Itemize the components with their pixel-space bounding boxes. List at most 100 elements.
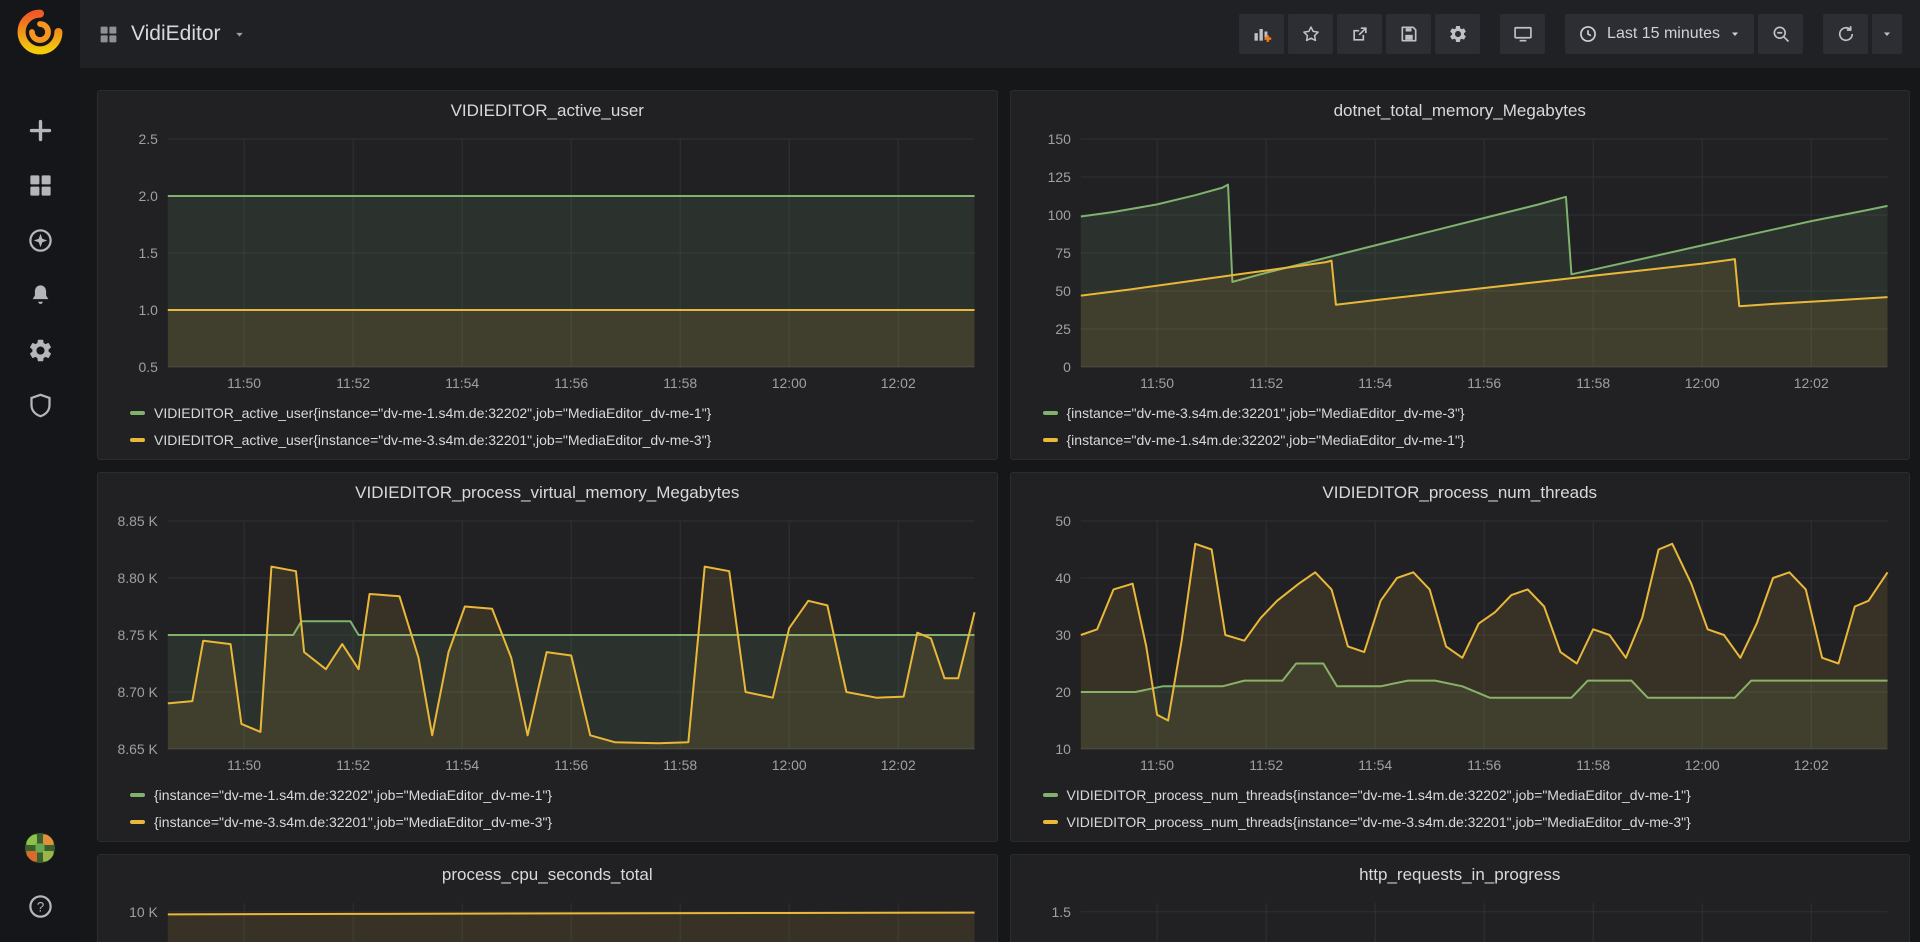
panel-grid: VIDIEDITOR_active_user 0.5 1.0 1.5 2.0 2.5 11… xyxy=(97,90,1910,942)
sidebar-item-server-admin[interactable] xyxy=(0,383,80,427)
time-picker-button[interactable]: Last 15 minutes xyxy=(1565,14,1754,54)
legend-series-swatch xyxy=(1043,820,1058,824)
zoom-out-time-range-button[interactable] xyxy=(1758,14,1803,54)
shield-icon xyxy=(27,392,54,419)
chart-canvas[interactable]: 1.511:5011:5211:5411:5611:5812:0012:02 xyxy=(1019,893,1902,942)
svg-text:1.0: 1.0 xyxy=(138,302,158,318)
caret-down-icon xyxy=(233,28,246,41)
view-mode-group xyxy=(1500,14,1545,54)
legend-series-swatch xyxy=(130,411,145,415)
svg-text:11:52: 11:52 xyxy=(1249,375,1283,391)
legend-series-swatch xyxy=(130,438,145,442)
refresh-icon xyxy=(1836,24,1856,44)
svg-text:0.5: 0.5 xyxy=(138,359,158,375)
sidebar-item-help[interactable]: ? xyxy=(0,884,80,928)
apps-icon xyxy=(98,24,119,45)
svg-text:12:00: 12:00 xyxy=(1684,375,1719,391)
grafana-dashboard-page: { "navbar": { "dashboard_icon": "apps-ic… xyxy=(0,0,1920,942)
caret-down-icon xyxy=(1881,28,1893,40)
add-panel-icon xyxy=(1252,24,1272,44)
share-dashboard-button[interactable] xyxy=(1337,14,1382,54)
grid-icon xyxy=(27,172,54,199)
svg-text:2.5: 2.5 xyxy=(138,131,158,147)
dashboard-settings-button[interactable] xyxy=(1435,14,1480,54)
legend-series-swatch xyxy=(1043,411,1058,415)
time-picker-group: Last 15 minutes xyxy=(1565,14,1803,54)
chart-canvas[interactable]: 025507510012515011:5011:5211:5411:5611:5… xyxy=(1019,129,1902,397)
sidebar-item-dashboards[interactable] xyxy=(0,163,80,207)
svg-text:40: 40 xyxy=(1055,570,1071,586)
sidebar-item-create[interactable] xyxy=(0,108,80,152)
svg-text:125: 125 xyxy=(1047,169,1071,185)
legend-series-label: VIDIEDITOR_process_num_threads{instance=… xyxy=(1067,814,1691,830)
panel-title[interactable]: VIDIEDITOR_process_num_threads xyxy=(1019,473,1902,511)
svg-text:8.70 K: 8.70 K xyxy=(118,684,159,700)
legend-series-label: VIDIEDITOR_active_user{instance="dv-me-1… xyxy=(154,405,711,421)
svg-text:11:56: 11:56 xyxy=(554,757,588,773)
panel-title[interactable]: http_requests_in_progress xyxy=(1019,855,1902,893)
svg-text:8.85 K: 8.85 K xyxy=(118,513,159,529)
svg-text:2.0: 2.0 xyxy=(138,188,158,204)
legend-series-swatch xyxy=(130,820,145,824)
legend-item[interactable]: VIDIEDITOR_process_num_threads{instance=… xyxy=(1043,781,1902,808)
panel-title[interactable]: dotnet_total_memory_Megabytes xyxy=(1019,91,1902,129)
sidebar-item-configuration[interactable] xyxy=(0,328,80,372)
legend-item[interactable]: VIDIEDITOR_active_user{instance="dv-me-1… xyxy=(130,399,989,426)
legend-item[interactable]: VIDIEDITOR_active_user{instance="dv-me-3… xyxy=(130,426,989,453)
legend-series-swatch xyxy=(130,793,145,797)
legend-item[interactable]: {instance="dv-me-1.s4m.de:32202",job="Me… xyxy=(1043,426,1902,453)
share-icon xyxy=(1350,24,1370,44)
cycle-view-mode-button[interactable] xyxy=(1500,14,1545,54)
dashboard-title-button[interactable]: VidiEditor xyxy=(98,22,246,46)
add-panel-button[interactable] xyxy=(1239,14,1284,54)
panel-title[interactable]: process_cpu_seconds_total xyxy=(106,855,989,893)
svg-text:50: 50 xyxy=(1055,283,1071,299)
panel-title[interactable]: VIDIEDITOR_process_virtual_memory_Megaby… xyxy=(106,473,989,511)
legend-item[interactable]: {instance="dv-me-3.s4m.de:32201",job="Me… xyxy=(130,808,989,835)
mark-as-favorite-button[interactable] xyxy=(1288,14,1333,54)
sidebar-bottom-menu: ? xyxy=(0,826,80,928)
panel-title[interactable]: VIDIEDITOR_active_user xyxy=(106,91,989,129)
clock-icon xyxy=(1578,24,1598,44)
legend-item[interactable]: {instance="dv-me-3.s4m.de:32201",job="Me… xyxy=(1043,399,1902,426)
panel-legend: VIDIEDITOR_active_user{instance="dv-me-1… xyxy=(106,397,989,453)
svg-text:11:54: 11:54 xyxy=(1358,757,1392,773)
svg-text:12:02: 12:02 xyxy=(881,757,916,773)
svg-text:1.5: 1.5 xyxy=(1051,904,1071,920)
sidebar-main-menu xyxy=(0,108,80,427)
sidebar-item-user-profile[interactable] xyxy=(0,826,80,870)
dashboard-panel: process_cpu_seconds_total 10 K11:5011:52… xyxy=(97,854,998,942)
legend-series-label: {instance="dv-me-3.s4m.de:32201",job="Me… xyxy=(154,814,552,830)
dashboard-panel: VIDIEDITOR_process_virtual_memory_Megaby… xyxy=(97,472,998,842)
save-dashboard-button[interactable] xyxy=(1386,14,1431,54)
svg-text:1.5: 1.5 xyxy=(138,245,158,261)
dashboard-panel: dotnet_total_memory_Megabytes 0255075100… xyxy=(1010,90,1911,460)
sidebar: ? xyxy=(0,0,80,942)
dashboard-panel: VIDIEDITOR_process_num_threads 102030405… xyxy=(1010,472,1911,842)
dashboard-scroll-area[interactable]: VIDIEDITOR_active_user 0.5 1.0 1.5 2.0 2.5 11… xyxy=(80,68,1920,942)
caret-down-icon xyxy=(1729,28,1741,40)
svg-text:75: 75 xyxy=(1055,245,1071,261)
chart-canvas[interactable]: 8.65 K8.70 K8.75 K8.80 K8.85 K11:5011:52… xyxy=(106,511,989,779)
legend-series-label: VIDIEDITOR_process_num_threads{instance=… xyxy=(1067,787,1691,803)
sidebar-item-alerting[interactable] xyxy=(0,273,80,317)
avatar xyxy=(22,830,58,866)
svg-text:20: 20 xyxy=(1055,684,1071,700)
chart-canvas[interactable]: 10 K11:5011:5211:5411:5611:5812:0012:02 xyxy=(106,893,989,942)
refresh-dashboard-button[interactable] xyxy=(1823,14,1868,54)
svg-text:12:02: 12:02 xyxy=(1793,757,1828,773)
legend-item[interactable]: {instance="dv-me-1.s4m.de:32202",job="Me… xyxy=(130,781,989,808)
svg-text:12:02: 12:02 xyxy=(881,375,916,391)
refresh-interval-dropdown[interactable] xyxy=(1872,14,1902,54)
save-icon xyxy=(1399,24,1419,44)
svg-text:12:00: 12:00 xyxy=(1684,757,1719,773)
grafana-logo-button[interactable] xyxy=(0,0,80,68)
svg-text:11:58: 11:58 xyxy=(1576,757,1610,773)
svg-text:11:52: 11:52 xyxy=(1249,757,1283,773)
svg-text:12:00: 12:00 xyxy=(772,375,807,391)
chart-canvas[interactable]: 102030405011:5011:5211:5411:5611:5812:00… xyxy=(1019,511,1902,779)
search-minus-icon xyxy=(1771,24,1791,44)
legend-item[interactable]: VIDIEDITOR_process_num_threads{instance=… xyxy=(1043,808,1902,835)
chart-canvas[interactable]: 0.51.01.52.02.511:5011:5211:5411:5611:58… xyxy=(106,129,989,397)
sidebar-item-explore[interactable] xyxy=(0,218,80,262)
